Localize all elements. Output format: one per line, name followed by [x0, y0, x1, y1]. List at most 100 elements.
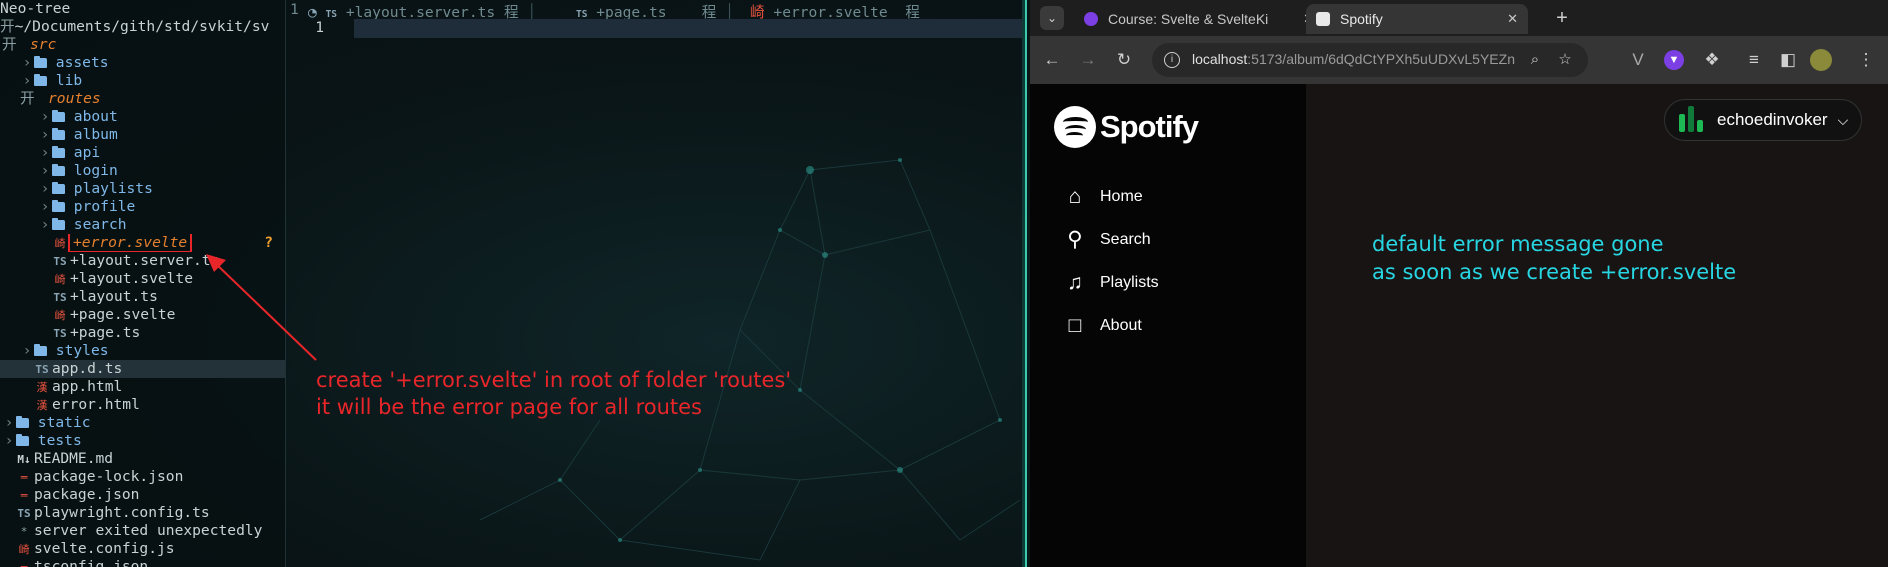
- html-file-icon: 漢: [36, 381, 48, 394]
- tree-item[interactable]: › about: [0, 108, 285, 126]
- chevron-right-icon: ›: [40, 126, 50, 143]
- menu-kebab-icon[interactable]: ⋮: [1854, 48, 1878, 72]
- tree-item-label: +layout.ts: [70, 288, 158, 305]
- username: echoedinvoker: [1717, 110, 1828, 129]
- zoom-icon[interactable]: ⌕: [1526, 51, 1544, 69]
- spotify-logo-icon: [1054, 106, 1096, 148]
- tree-item[interactable]: TS playwright.config.ts: [0, 504, 285, 522]
- profile-avatar-icon[interactable]: [1810, 49, 1832, 71]
- address-bar[interactable]: i localhost:5173/album/6dQdCtYPXh5uUDXvL…: [1152, 43, 1588, 77]
- editor-cursor-line[interactable]: [354, 19, 1022, 38]
- tree-item-label: assets: [55, 54, 109, 71]
- tree-item[interactable]: ═tsconfig.json: [0, 558, 285, 567]
- tree-item-label: api: [73, 144, 101, 161]
- forward-arrow-icon[interactable]: →: [1076, 48, 1100, 72]
- explorer-title: Neo-tree: [0, 0, 71, 17]
- json-file-icon: ═: [16, 559, 32, 567]
- tree-item-label: app.html: [52, 378, 123, 395]
- chevron-right-icon: ›: [22, 54, 32, 71]
- site-info-icon[interactable]: i: [1164, 52, 1180, 68]
- extension-purple-icon[interactable]: ▼: [1664, 50, 1684, 70]
- spotify-sidebar: Spotify ⌂ Home ⚲ Search ♫ Playlists □ Ab…: [1030, 84, 1306, 567]
- tree-item-label: app.d.ts: [52, 360, 123, 377]
- tree-item[interactable]: * server exited unexpectedly: [0, 522, 285, 540]
- tree-item[interactable]: › album: [0, 126, 285, 144]
- browser-window: ⌄ Course: Svelte & SvelteKi ✕ Spotify ✕ …: [1030, 0, 1888, 567]
- tree-item-label: package.json: [34, 486, 140, 503]
- chevron-right-icon: ›: [40, 108, 50, 125]
- close-tab-icon[interactable]: ✕: [1507, 11, 1518, 27]
- typescript-file-icon: TS: [53, 255, 67, 268]
- tree-item[interactable]: 漢 app.html: [0, 378, 285, 396]
- tree-item-label: server exited unexpectedly: [34, 522, 263, 539]
- tree-item[interactable]: › playlists: [0, 180, 285, 198]
- tree-item[interactable]: ═ package.json: [0, 486, 285, 504]
- editor-line-number: 1: [315, 19, 324, 36]
- browser-tab-course[interactable]: Course: Svelte & SvelteKi ✕: [1074, 4, 1324, 34]
- tree-item[interactable]: › login: [0, 162, 285, 180]
- file-icon: *: [20, 525, 28, 538]
- tree-item[interactable]: 开 routes: [0, 90, 285, 108]
- annotation-arrow: [206, 254, 317, 361]
- nav-home-label: Home: [1100, 188, 1143, 205]
- annotation-red-line1: create '+error.svelte' in root of folder…: [316, 368, 792, 392]
- tab-search-chevron-icon[interactable]: ⌄: [1040, 6, 1064, 30]
- extensions-puzzle-icon[interactable]: ❖: [1700, 48, 1724, 72]
- tree-item[interactable]: 崎 svelte.config.js: [0, 540, 285, 558]
- nav-about[interactable]: □ About: [1062, 313, 1142, 339]
- home-icon: ⌂: [1068, 185, 1082, 208]
- folder-icon: [52, 200, 65, 212]
- tree-item[interactable]: M↓ README.md: [0, 450, 285, 468]
- typescript-file-icon: TS: [53, 291, 67, 304]
- new-tab-plus-icon[interactable]: +: [1550, 6, 1574, 30]
- annotation-cyan-line1: default error message gone: [1372, 232, 1664, 256]
- reload-icon[interactable]: ↻: [1112, 48, 1136, 72]
- chevron-right-icon: ›: [40, 180, 50, 197]
- folder-icon: [52, 218, 65, 230]
- spotify-logo[interactable]: Spotify: [1054, 106, 1199, 148]
- tree-item-label: routes: [48, 90, 101, 107]
- tree-item-label: svelte.config.js: [34, 540, 175, 557]
- chevron-right-icon: ›: [40, 162, 50, 179]
- tree-item[interactable]: › api: [0, 144, 285, 162]
- tree-item-label: +error.svelte: [67, 234, 193, 252]
- tree-item[interactable]: › static: [0, 414, 285, 432]
- browser-tab-spotify[interactable]: Spotify ✕: [1306, 4, 1528, 34]
- nav-search[interactable]: ⚲ Search: [1062, 227, 1151, 253]
- tree-item-label: +layout.svelte: [70, 270, 194, 287]
- tree-item[interactable]: ═ package-lock.json: [0, 468, 285, 486]
- side-panel-icon[interactable]: ◧: [1776, 48, 1800, 72]
- tree-item[interactable]: › lib: [0, 72, 285, 90]
- tree-item[interactable]: › profile: [0, 198, 285, 216]
- user-menu-button[interactable]: echoedinvoker ⌵: [1664, 99, 1862, 141]
- tree-item-label: tests: [37, 432, 82, 449]
- nav-search-label: Search: [1100, 231, 1151, 248]
- tree-item-label: search: [73, 216, 127, 233]
- nav-playlists-label: Playlists: [1100, 274, 1159, 291]
- address-url[interactable]: localhost:5173/album/6dQdCtYPXh5uUDXvL5Y…: [1192, 51, 1515, 67]
- folder-icon: [34, 74, 47, 86]
- media-control-icon[interactable]: ≡: [1742, 48, 1766, 72]
- folder-icon: [52, 110, 65, 122]
- browser-tab-title: Course: Svelte & SvelteKi: [1108, 11, 1269, 27]
- tree-item[interactable]: › tests: [0, 432, 285, 450]
- tree-item[interactable]: › assets: [0, 54, 285, 72]
- bookmark-star-icon[interactable]: ☆: [1556, 51, 1574, 69]
- folder-icon: [16, 434, 29, 446]
- vimium-extension-icon[interactable]: V: [1626, 48, 1650, 72]
- chevron-right-icon: ›: [22, 72, 32, 89]
- typescript-file-icon: TS: [35, 363, 49, 376]
- nav-home[interactable]: ⌂ Home: [1062, 184, 1143, 210]
- tree-item[interactable]: 漢 error.html: [0, 396, 285, 414]
- chevron-right-icon: ›: [4, 414, 14, 431]
- user-avatar-icon: [1677, 106, 1705, 134]
- back-arrow-icon[interactable]: ←: [1040, 48, 1064, 72]
- chevron-right-icon: ›: [40, 198, 50, 215]
- html-file-icon: 漢: [36, 399, 48, 412]
- nav-playlists[interactable]: ♫ Playlists: [1062, 270, 1159, 296]
- spotify-wordmark: Spotify: [1100, 109, 1199, 144]
- tree-item[interactable]: 开 src: [0, 36, 285, 54]
- tree-item[interactable]: › search: [0, 216, 285, 234]
- tree-item-label: +page.svelte: [70, 306, 176, 323]
- tree-item-label: README.md: [34, 450, 114, 467]
